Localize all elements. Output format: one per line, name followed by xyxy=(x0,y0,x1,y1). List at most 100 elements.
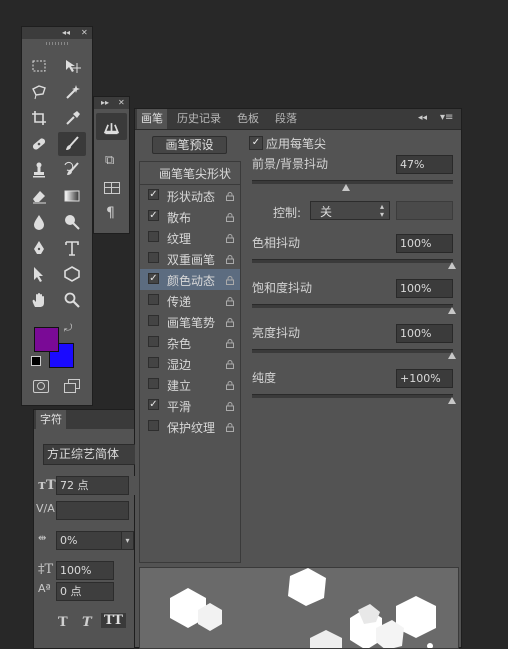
lock-icon[interactable] xyxy=(226,232,234,243)
collapse-icon[interactable]: ◂◂ xyxy=(418,113,427,123)
apply-per-tip-checkbox[interactable]: ✓ xyxy=(249,136,263,150)
foreground-color-swatch[interactable] xyxy=(34,327,59,352)
hue-jitter-value[interactable]: 100% xyxy=(396,234,453,253)
option-checkbox[interactable] xyxy=(148,252,159,263)
tab-brush[interactable]: 画笔 xyxy=(137,109,167,129)
quick-mask-icon[interactable] xyxy=(33,380,49,393)
option-checkbox[interactable] xyxy=(148,336,159,347)
option-checkbox[interactable] xyxy=(148,315,159,326)
dock-titlebar[interactable]: ▸▸ ✕ xyxy=(94,97,129,109)
brush-option-item[interactable]: 建立 xyxy=(140,374,240,395)
panel-menu-icon[interactable]: ▾≡ xyxy=(440,112,453,123)
option-checkbox[interactable] xyxy=(148,231,159,242)
hue-jitter-slider[interactable] xyxy=(252,259,453,263)
tool-rect-marquee[interactable] xyxy=(25,54,53,78)
tool-brush[interactable] xyxy=(58,132,86,156)
lock-icon[interactable] xyxy=(226,421,234,432)
brush-option-item[interactable]: 杂色 xyxy=(140,332,240,353)
tool-eyedropper[interactable] xyxy=(58,106,86,130)
tab-swatches[interactable]: 色板 xyxy=(233,109,263,129)
tool-lasso[interactable] xyxy=(25,80,53,104)
brush-option-item[interactable]: 画笔笔势 xyxy=(140,311,240,332)
tool-healing-brush[interactable] xyxy=(25,132,53,156)
tab-character[interactable]: 字符 xyxy=(36,410,66,429)
font-size-dropdown-icon[interactable] xyxy=(129,476,135,495)
lock-icon[interactable] xyxy=(226,274,234,285)
kerning-field[interactable] xyxy=(56,501,129,520)
option-checkbox[interactable] xyxy=(148,357,159,368)
option-checkbox[interactable] xyxy=(148,420,159,431)
lock-icon[interactable] xyxy=(226,295,234,306)
expand-icon[interactable]: ▸▸ xyxy=(101,97,109,109)
brush-option-item[interactable]: 纹理 xyxy=(140,227,240,248)
tool-hand[interactable] xyxy=(25,288,53,312)
brush-option-item[interactable]: 双重画笔 xyxy=(140,248,240,269)
option-checkbox[interactable]: ✓ xyxy=(148,189,159,200)
font-size-field[interactable]: 72 点 xyxy=(56,476,129,495)
tool-move[interactable] xyxy=(58,54,86,78)
close-icon[interactable]: ✕ xyxy=(118,97,125,109)
paragraph-icon[interactable]: ¶ xyxy=(106,205,115,221)
brightness-jitter-value[interactable]: 100% xyxy=(396,324,453,343)
swap-colors-icon[interactable]: ⤾ xyxy=(64,323,72,334)
brush-option-item[interactable]: 湿边 xyxy=(140,353,240,374)
lock-icon[interactable] xyxy=(226,316,234,327)
brush-option-item[interactable]: ✓ 平滑 xyxy=(140,395,240,416)
tool-eraser[interactable] xyxy=(25,184,53,208)
purity-slider[interactable] xyxy=(252,394,453,398)
tool-path-select[interactable] xyxy=(25,262,53,286)
saturation-jitter-slider[interactable] xyxy=(252,304,453,308)
tool-history-brush[interactable] xyxy=(58,158,86,182)
brush-option-item[interactable]: 传递 xyxy=(140,290,240,311)
option-checkbox[interactable]: ✓ xyxy=(148,399,159,410)
faux-bold-button[interactable]: T xyxy=(58,615,68,630)
fg-bg-jitter-value[interactable]: 47% xyxy=(396,155,453,174)
tracking-field[interactable]: 0% xyxy=(56,531,129,550)
saturation-jitter-value[interactable]: 100% xyxy=(396,279,453,298)
tool-pen[interactable] xyxy=(25,236,53,260)
tool-gradient[interactable] xyxy=(58,184,86,208)
grip-icon[interactable] xyxy=(46,42,68,45)
tool-shape[interactable] xyxy=(58,262,86,286)
tool-blur[interactable] xyxy=(25,210,53,234)
option-checkbox[interactable]: ✓ xyxy=(148,210,159,221)
lock-icon[interactable] xyxy=(226,379,234,390)
tab-history[interactable]: 历史记录 xyxy=(173,109,225,129)
option-checkbox[interactable] xyxy=(148,294,159,305)
purity-thumb[interactable] xyxy=(448,397,456,404)
tool-clone-stamp[interactable] xyxy=(25,158,53,182)
tip-shape-header[interactable]: 画笔笔尖形状 xyxy=(140,162,240,185)
option-checkbox[interactable] xyxy=(148,378,159,389)
option-checkbox[interactable]: ✓ xyxy=(148,273,159,284)
tool-zoom[interactable] xyxy=(58,288,86,312)
lock-icon[interactable] xyxy=(226,190,234,201)
brightness-jitter-thumb[interactable] xyxy=(448,352,456,359)
control-select[interactable]: 关 ▴ ▾ xyxy=(310,201,390,220)
default-colors-icon[interactable] xyxy=(31,356,41,366)
close-icon[interactable]: ✕ xyxy=(81,27,88,39)
brush-option-item[interactable]: ✓ 形状动态 xyxy=(140,185,240,206)
tool-crop[interactable] xyxy=(25,106,53,130)
collapse-icon[interactable]: ◂◂ xyxy=(62,27,70,39)
tool-presets-icon[interactable] xyxy=(104,182,120,194)
purity-value[interactable]: +100% xyxy=(396,369,453,388)
faux-italic-button[interactable]: T xyxy=(82,615,92,630)
hue-jitter-thumb[interactable] xyxy=(448,262,456,269)
lock-icon[interactable] xyxy=(226,337,234,348)
fg-bg-jitter-slider[interactable] xyxy=(252,180,453,184)
tracking-dropdown-button[interactable]: ▾ xyxy=(121,531,134,550)
brush-presets-button[interactable]: 画笔预设 xyxy=(152,136,227,154)
all-caps-button[interactable]: TT xyxy=(101,613,126,628)
tool-dodge[interactable] xyxy=(58,210,86,234)
tab-paragraph[interactable]: 段落 xyxy=(271,109,301,129)
lock-icon[interactable] xyxy=(226,211,234,222)
tool-magic-wand[interactable] xyxy=(58,80,86,104)
screen-mode-icon[interactable] xyxy=(64,379,80,393)
brush-option-item[interactable]: ✓ 颜色动态 xyxy=(140,269,240,290)
lock-icon[interactable] xyxy=(226,400,234,411)
brush-option-item[interactable]: ✓ 散布 xyxy=(140,206,240,227)
brush-option-item[interactable]: 保护纹理 xyxy=(140,416,240,437)
vertical-scale-field[interactable]: 100% xyxy=(56,561,114,580)
brush-panel-icon[interactable] xyxy=(96,113,127,140)
brightness-jitter-slider[interactable] xyxy=(252,349,453,353)
